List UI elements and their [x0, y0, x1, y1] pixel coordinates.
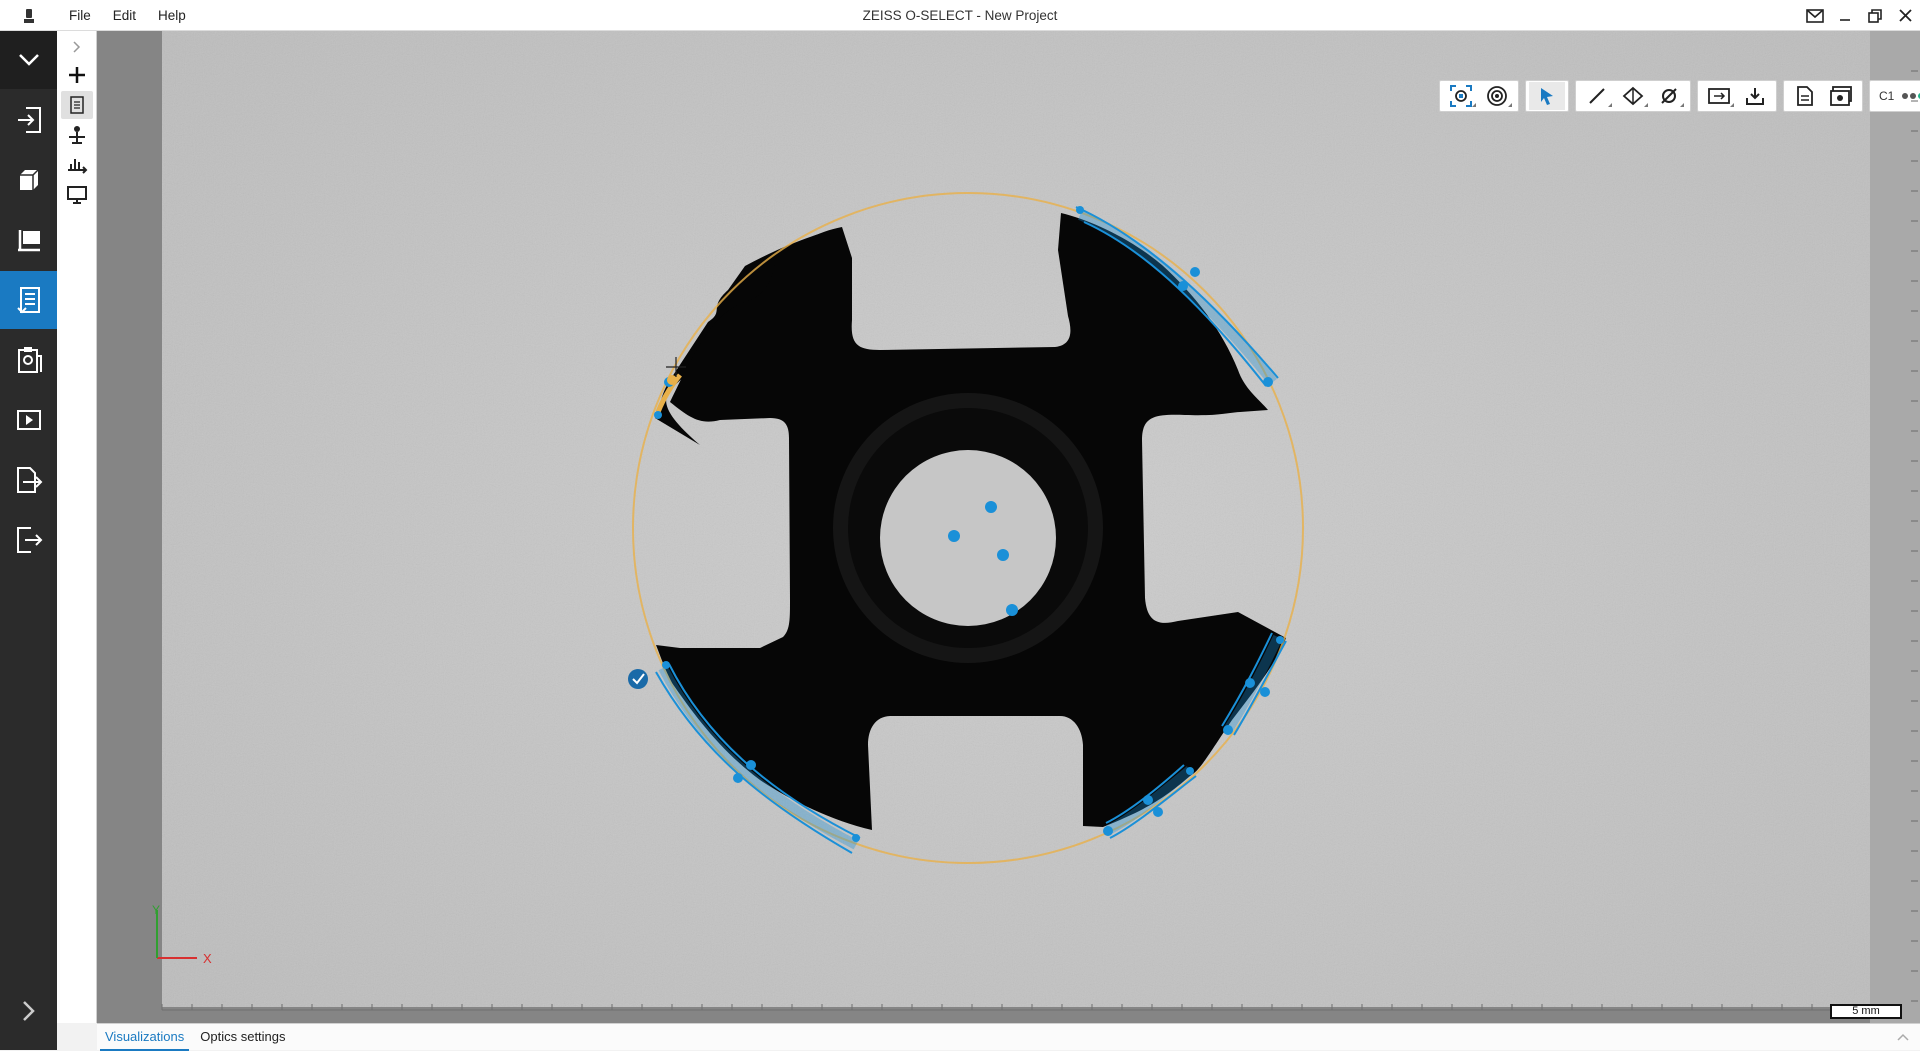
monitor-icon	[67, 186, 87, 204]
plane-icon	[1622, 86, 1644, 106]
target-button[interactable]	[1479, 82, 1515, 110]
nav-exit-button[interactable]	[0, 511, 57, 569]
chevron-right-icon	[73, 41, 81, 53]
title-bar: ZEISS O-SELECT - New Project File Edit H…	[0, 0, 1920, 31]
report-icon	[1797, 86, 1813, 106]
camera-label: C1	[1879, 89, 1895, 103]
chevron-down-icon	[18, 54, 39, 66]
capture-icon	[1830, 86, 1852, 106]
play-icon	[16, 410, 41, 430]
report-tools-group	[1783, 80, 1863, 112]
close-button[interactable]	[1890, 0, 1920, 31]
pointer-button[interactable]	[1529, 82, 1565, 110]
restore-button[interactable]	[1860, 0, 1890, 31]
diameter-button[interactable]	[1651, 82, 1687, 110]
view-toolbar: C1	[1439, 80, 1920, 112]
nav-run-button[interactable]	[0, 391, 57, 449]
right-ruler	[1911, 70, 1918, 1002]
import-icon	[17, 107, 41, 133]
add-element-button[interactable]	[61, 61, 93, 89]
nav-collapse-button[interactable]	[0, 31, 57, 89]
clipboard-icon	[17, 347, 42, 373]
plane-button[interactable]	[1615, 82, 1651, 110]
histogram-icon	[68, 159, 88, 174]
checklist-icon	[16, 287, 40, 314]
measurement-viewport[interactable]: X Y C1	[97, 31, 1920, 1023]
nav-export-report-button[interactable]	[0, 451, 57, 509]
tab-visualizations[interactable]: Visualizations	[100, 1024, 190, 1051]
y-axis-label: Y	[152, 903, 160, 917]
download-icon	[1746, 88, 1764, 105]
app-logo-icon	[0, 0, 58, 31]
part-image[interactable]: X Y	[97, 31, 1920, 1023]
zoom-rect-icon	[1708, 88, 1730, 104]
menu-help[interactable]: Help	[147, 0, 197, 31]
select-tools-group	[1525, 80, 1569, 112]
menu-bar: File Edit Help	[58, 0, 197, 31]
minimize-button[interactable]	[1830, 0, 1860, 31]
x-axis-label: X	[203, 951, 212, 966]
report-button[interactable]	[1787, 82, 1823, 110]
nav-fixture-button[interactable]	[0, 211, 57, 269]
nav-report-button[interactable]	[0, 331, 57, 389]
statistics-button[interactable]	[61, 151, 93, 179]
mail-icon[interactable]	[1800, 0, 1830, 31]
document-export-icon	[16, 467, 42, 493]
chevron-up-icon[interactable]	[1896, 1030, 1910, 1045]
menu-edit[interactable]: Edit	[102, 0, 147, 31]
window-controls	[1800, 0, 1920, 31]
target-icon	[1487, 86, 1507, 106]
exit-icon	[16, 527, 42, 553]
display-button[interactable]	[61, 181, 93, 209]
nav-inspection-plan-button[interactable]	[0, 271, 57, 329]
diameter-icon	[1661, 88, 1677, 104]
side-toolbar	[57, 31, 97, 1023]
chevron-right-icon	[22, 1001, 35, 1021]
alignment-icon	[69, 126, 85, 144]
expand-panel-button[interactable]	[61, 33, 93, 61]
download-button[interactable]	[1737, 82, 1773, 110]
line-button[interactable]	[1579, 82, 1615, 110]
pointer-icon	[1541, 88, 1553, 105]
scale-bar: 5 mm	[1830, 1004, 1902, 1019]
alignment-button[interactable]	[61, 121, 93, 149]
workflow-nav	[0, 31, 57, 1050]
bottom-tab-bar: Visualizations Optics settings	[97, 1023, 1920, 1051]
image-tools-group	[1697, 80, 1777, 112]
nav-expand-button[interactable]	[0, 991, 57, 1031]
line-icon	[1589, 88, 1605, 104]
capture-button[interactable]	[1823, 82, 1859, 110]
view-tools-group	[1439, 80, 1519, 112]
geometry-tools-group	[1575, 80, 1691, 112]
zoom-rect-button[interactable]	[1701, 82, 1737, 110]
fit-view-button[interactable]	[1443, 82, 1479, 110]
nav-part-button[interactable]	[0, 151, 57, 209]
plus-icon	[69, 67, 85, 83]
element-check-badge[interactable]	[628, 669, 648, 689]
fit-view-icon	[1450, 85, 1472, 107]
window-title: ZEISS O-SELECT - New Project	[862, 8, 1058, 23]
menu-file[interactable]: File	[58, 0, 102, 31]
fixture-icon	[17, 230, 40, 252]
element-list-button[interactable]	[61, 91, 93, 119]
tab-optics-settings[interactable]: Optics settings	[195, 1024, 290, 1051]
nav-import-button[interactable]	[0, 91, 57, 149]
cube-icon	[19, 169, 39, 190]
document-icon	[70, 96, 84, 114]
